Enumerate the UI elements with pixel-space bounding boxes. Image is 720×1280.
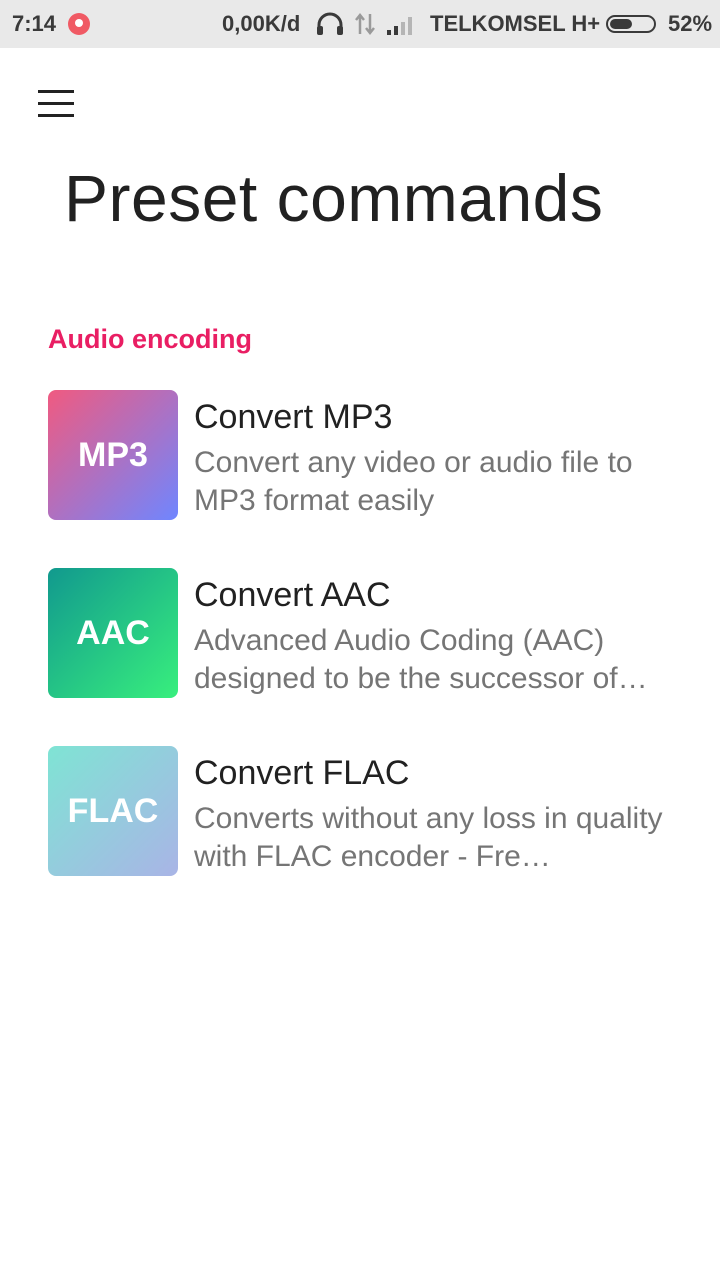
aac-badge-icon: AAC [48, 568, 178, 698]
preset-description: Advanced Audio Coding (AAC) designed to … [194, 624, 648, 695]
preset-item-flac[interactable]: FLAC Convert FLAC Converts without any l… [48, 746, 688, 878]
preset-title: Convert AAC [194, 576, 391, 614]
headphones-icon [317, 12, 343, 35]
preset-description: Convert any video or audio file to MP3 f… [194, 446, 633, 517]
music-notification-icon [68, 13, 90, 35]
battery-percent: 52% [668, 11, 713, 36]
page-title: Preset commands [64, 161, 604, 235]
hamburger-menu-icon[interactable] [30, 82, 82, 126]
preset-title: Convert FLAC [194, 754, 410, 792]
signal-strength-icon [387, 17, 412, 35]
battery-icon [606, 15, 656, 33]
preset-description: Converts without any loss in quality wit… [194, 802, 663, 873]
preset-item-aac[interactable]: AAC Convert AAC Advanced Audio Coding (A… [48, 568, 688, 700]
data-transfer-icon [355, 12, 375, 36]
status-time: 7:14 [12, 11, 57, 36]
battery-level [610, 19, 632, 29]
status-bar: 7:14 0,00K/d TELKOMSEL H+ 52% [0, 0, 720, 48]
flac-badge-icon: FLAC [48, 746, 178, 876]
network-speed: 0,00K/d [222, 11, 301, 36]
preset-item-mp3[interactable]: MP3 Convert MP3 Convert any video or aud… [48, 390, 688, 522]
mp3-badge-icon: MP3 [48, 390, 178, 520]
preset-title: Convert MP3 [194, 398, 393, 436]
section-header-audio-encoding: Audio encoding [48, 324, 252, 354]
carrier-name: TELKOMSEL H+ [430, 11, 601, 36]
